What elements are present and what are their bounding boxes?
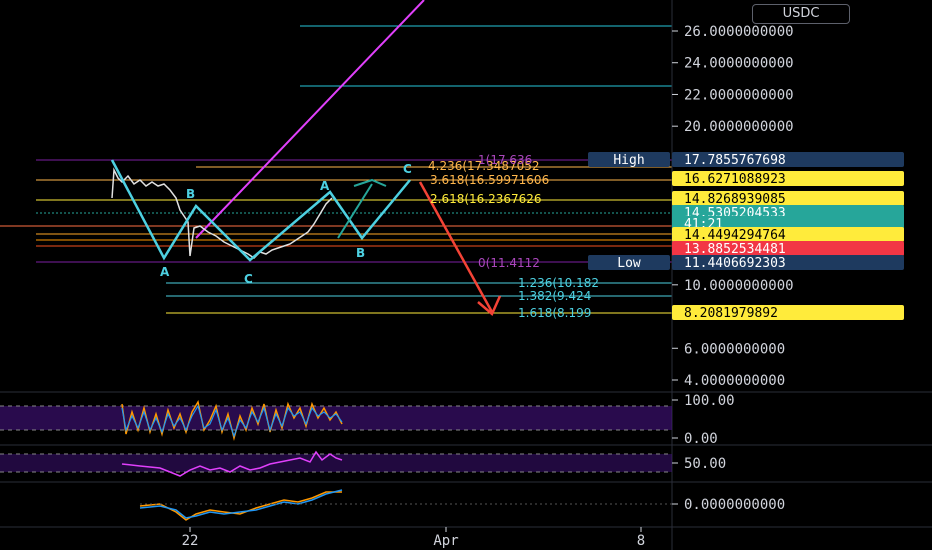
price-tag-value: 14.8268939085 [684,192,786,207]
price-tag-value: 8.2081979892 [684,306,778,321]
price-tick-label: 20.0000000000 [684,119,794,135]
fib-label: 2.618(16.2367626 [430,192,542,206]
osc-band [0,454,672,472]
indicator-tick-label: 0.0000000000 [684,497,785,513]
rsi-band [0,406,672,430]
fib-label: 1(17.636 [478,153,532,167]
price-tick-label: 10.0000000000 [684,278,794,294]
price-tag-value: 11.4406692303 [684,256,786,271]
price-tag-prefix: High [613,153,644,168]
price-tag-value: 14.4494294764 [684,228,786,243]
price-tag: Low 11.4406692303 [588,255,904,271]
price-tag: 13.8852534481 [672,241,904,257]
indicator-tick-label: 0.00 [684,431,718,447]
price-tag: 14.4494294764 [672,227,904,243]
wave-label: C [244,272,253,286]
price-tag-prefix: Low [617,256,641,271]
fib-label: 1.382(9.424 [518,289,591,303]
price-tick-label: 6.0000000000 [684,341,785,357]
price-tag-value: 17.7855767698 [684,153,786,168]
fib-label: 3.618(16.59971606 [430,173,549,187]
wave-label: B [186,187,195,201]
fib-label: 1.618(8.199 [518,306,591,320]
price-tick-label: 26.0000000000 [684,24,794,40]
price-tag-value: 16.6271088923 [684,172,786,187]
price-tick-label: 22.0000000000 [684,87,794,103]
price-tag: 16.6271088923 [672,171,904,187]
price-tag: High 17.7855767698 [588,152,904,168]
fib-label: 0(11.4112 [478,256,540,270]
time-tick-label: 8 [637,533,645,549]
price-tag: 14.8268939085 [672,191,904,207]
wave-label: A [320,179,330,193]
price-tag: 8.2081979892 [672,305,904,321]
currency-badge[interactable]: USDC [752,4,850,24]
time-tick-label: Apr [433,533,458,549]
price-tick-label: 24.0000000000 [684,56,794,72]
wave-label: A [160,265,170,279]
price-tick-label: 4.0000000000 [684,373,785,389]
fib-label: 1.236(10.182 [518,276,599,290]
wave-label: B [356,246,365,260]
chart-canvas[interactable]: ABCABC 4.236(17.34870523.618(16.59971606… [0,0,932,550]
wave-label: C [403,162,412,176]
price-tag-value: 13.8852534481 [684,242,786,257]
indicator-tick-label: 50.00 [684,456,726,472]
indicator-tick-label: 100.00 [684,393,735,409]
time-tick-label: 22 [182,533,199,549]
